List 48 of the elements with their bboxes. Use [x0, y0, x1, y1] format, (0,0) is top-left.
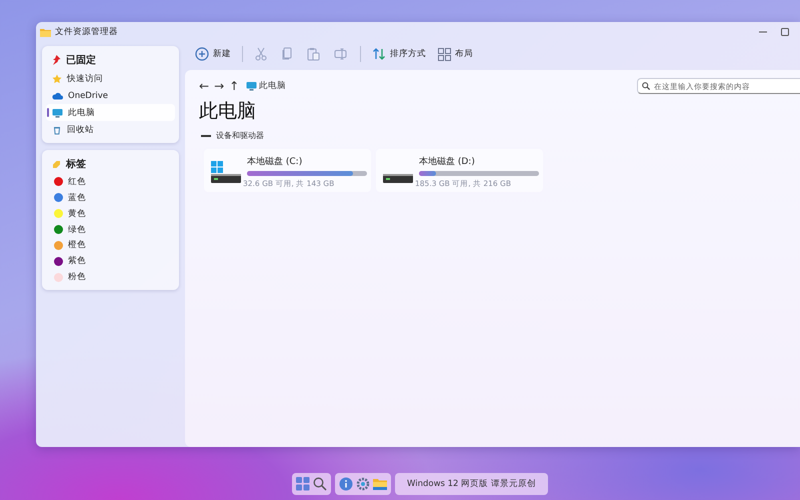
tags-heading: 标签 [66, 158, 86, 171]
tag-item[interactable]: 紫色 [46, 253, 175, 270]
toolbar-button[interactable]: 新建 [191, 45, 235, 63]
folder-icon [40, 28, 51, 36]
info-icon[interactable] [339, 477, 353, 491]
forward-button[interactable]: → [214, 79, 224, 93]
star-icon [52, 74, 62, 84]
search-icon [642, 82, 650, 90]
sidebar-item[interactable]: 快速访问 [46, 70, 175, 87]
tag-item[interactable]: 蓝色 [46, 190, 175, 206]
tag-item[interactable]: 黄色 [46, 206, 175, 222]
tag-item[interactable]: 粉色 [46, 269, 175, 286]
window-title: 文件资源管理器 [55, 26, 118, 38]
collapse-icon [201, 132, 211, 138]
search-icon[interactable] [313, 477, 327, 491]
drive-name: 本地磁盘 (C:) [246, 156, 304, 168]
hard-drive-icon [383, 174, 413, 182]
monitor-icon [52, 108, 63, 118]
settings-icon[interactable] [356, 477, 370, 491]
start-icon[interactable] [296, 477, 310, 491]
maximize-icon[interactable] [781, 28, 789, 36]
toolbar-button[interactable]: 布局 [434, 46, 477, 62]
page-title: 此电脑 [199, 99, 257, 124]
section-header[interactable]: 设备和驱动器 [201, 130, 800, 141]
back-button[interactable]: ← [199, 79, 210, 93]
taskbar-label: Windows 12 网页版 谭景元原创 [406, 478, 537, 490]
monitor-icon [246, 81, 258, 91]
cloud-icon [52, 92, 63, 100]
windows-logo-icon [211, 160, 223, 172]
sort-icon [372, 47, 386, 61]
recycle-bin-icon [52, 124, 62, 134]
folder-icon[interactable] [373, 478, 387, 490]
layout-grid-icon [438, 48, 451, 60]
tag-icon [52, 160, 61, 168]
pin-icon [52, 55, 61, 65]
pinned-heading: 已固定 [66, 53, 96, 67]
up-button[interactable]: ↑ [229, 79, 240, 93]
tag-item[interactable]: 橙色 [46, 237, 175, 254]
hard-drive-icon [211, 174, 241, 182]
toolbar-button[interactable]: 排序方式 [368, 45, 430, 63]
sidebar-item[interactable]: 此电脑 [46, 104, 175, 121]
drive-name: 本地磁盘 (D:) [418, 156, 476, 168]
sidebar-item[interactable]: 回收站 [46, 121, 175, 138]
breadcrumb[interactable]: 此电脑 [246, 80, 286, 92]
tag-item[interactable]: 绿色 [46, 222, 175, 238]
sidebar-item[interactable]: OneDrive [46, 87, 175, 104]
plus-icon [195, 47, 209, 61]
tag-item[interactable]: 红色 [46, 174, 175, 190]
